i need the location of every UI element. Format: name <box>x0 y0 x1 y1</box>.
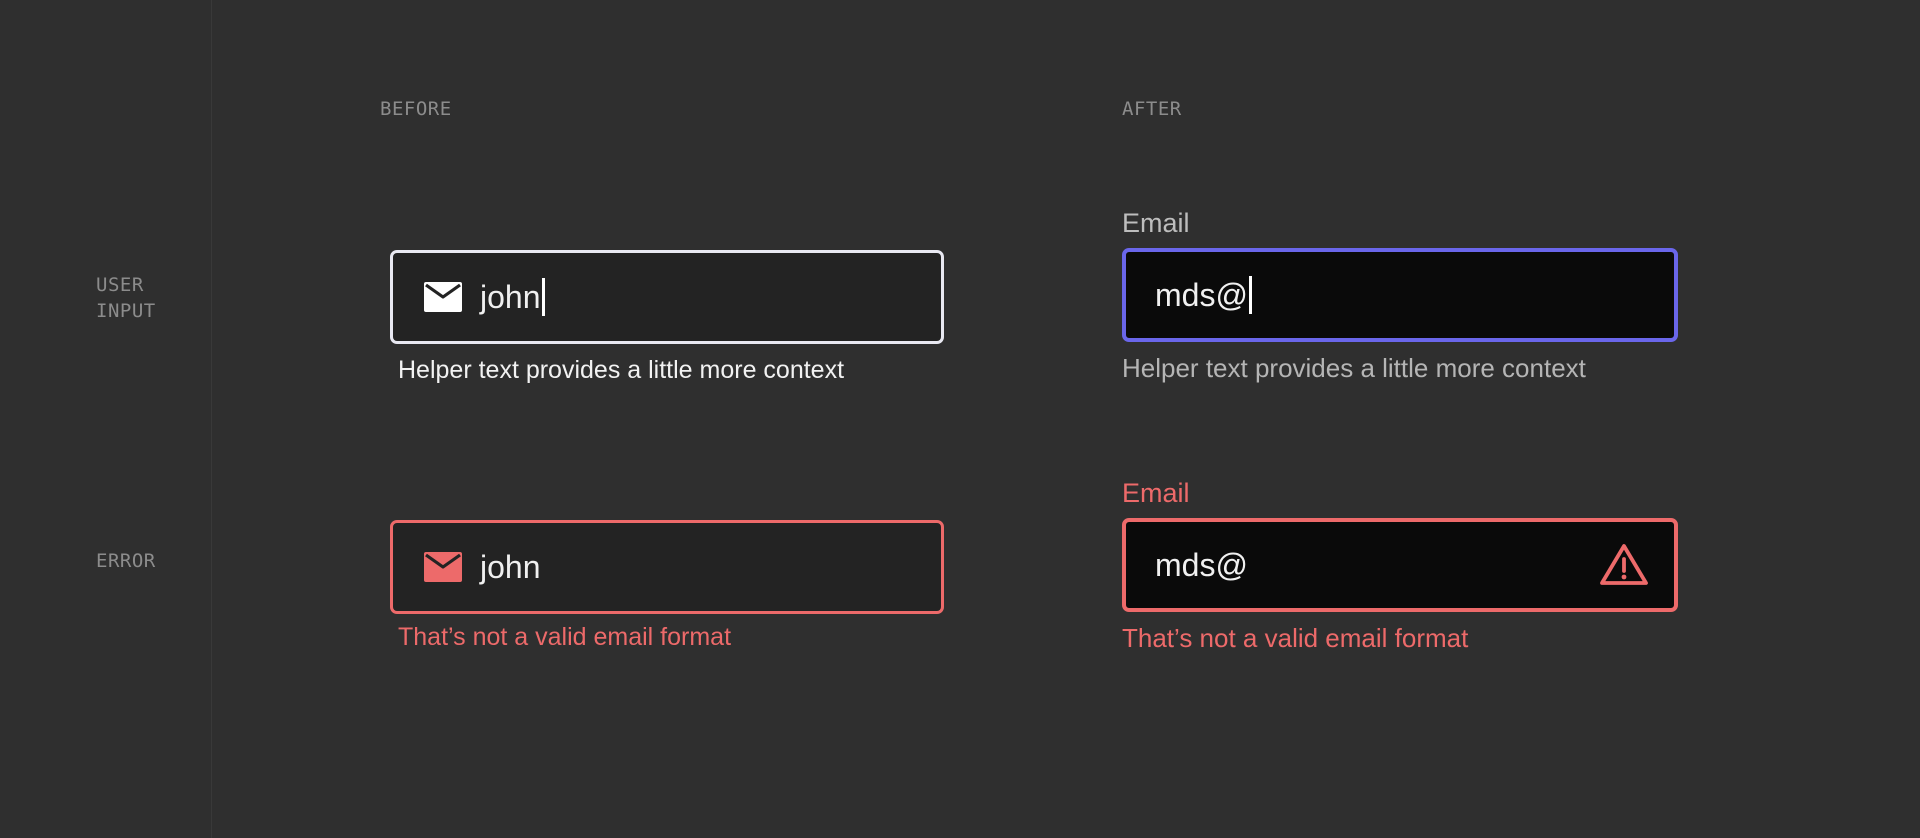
after-input-value: mds@ <box>1155 276 1252 314</box>
before-error-message: That’s not a valid email format <box>398 623 732 651</box>
row-label-user-input: USER INPUT <box>96 272 206 324</box>
text-caret <box>541 278 545 316</box>
comparison-page: BEFORE AFTER USER INPUT ERROR john Helpe… <box>0 0 1920 838</box>
after-helper-text: Helper text provides a little more conte… <box>1122 353 1586 383</box>
column-label-after: AFTER <box>1122 98 1182 120</box>
after-input-value-error: mds@ <box>1155 546 1248 583</box>
after-error-message: That’s not a valid email format <box>1122 623 1469 653</box>
after-field-label: Email <box>1122 208 1190 238</box>
row-label-error: ERROR <box>96 550 156 572</box>
mail-icon <box>424 552 462 582</box>
after-email-input-error[interactable]: mds@ <box>1122 518 1678 612</box>
sidebar-divider <box>211 0 212 838</box>
text-caret <box>1248 276 1252 314</box>
row-label-line-1: USER <box>96 274 144 296</box>
warning-icon <box>1599 543 1649 587</box>
before-input-value-error: john <box>480 548 541 585</box>
row-label-line-2: INPUT <box>96 300 156 322</box>
column-label-before: BEFORE <box>380 98 452 120</box>
before-email-input-error[interactable]: john <box>390 520 944 614</box>
before-email-input[interactable]: john <box>390 250 944 344</box>
before-input-value: john <box>480 278 545 316</box>
after-field-label-error: Email <box>1122 478 1190 508</box>
mail-icon <box>424 282 462 312</box>
before-helper-text: Helper text provides a little more conte… <box>398 356 845 384</box>
after-email-input[interactable]: mds@ <box>1122 248 1678 342</box>
